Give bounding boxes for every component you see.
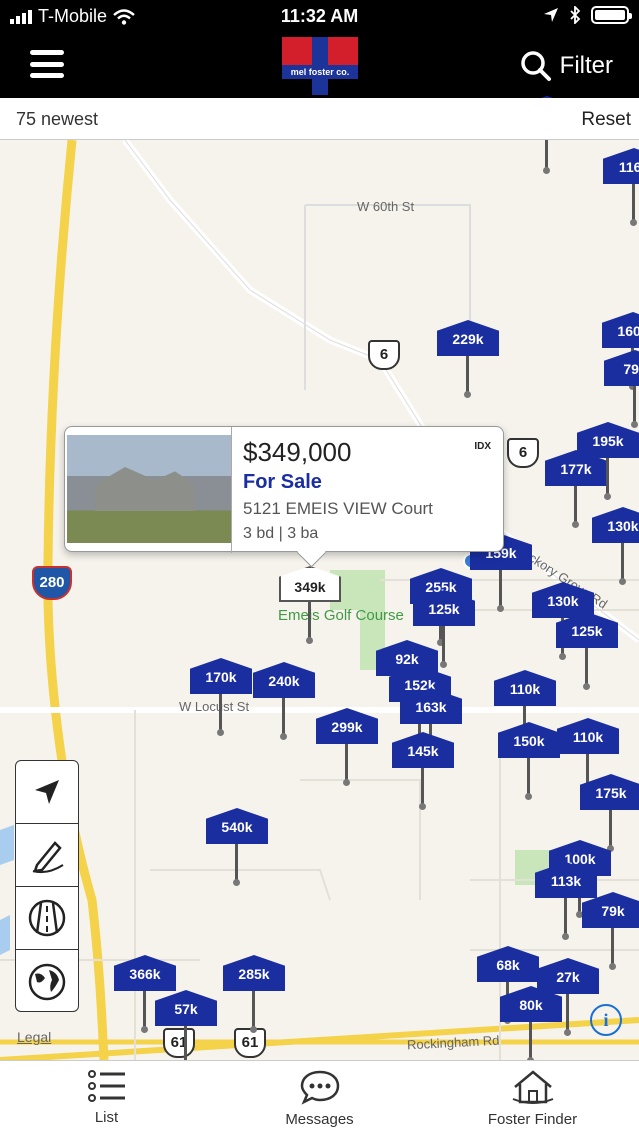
status-bar: T-Mobile 11:32 AM bbox=[0, 0, 639, 34]
price-pin[interactable]: 229k bbox=[437, 320, 499, 404]
logo-text: mel foster co. bbox=[282, 65, 358, 79]
tab-label: Messages bbox=[285, 1111, 354, 1128]
price-pin[interactable]: 299k bbox=[316, 708, 378, 792]
tab-label: Foster Finder bbox=[487, 1111, 578, 1128]
map-tools bbox=[15, 760, 79, 1012]
tab-foster-finder[interactable]: Foster Finder bbox=[426, 1061, 639, 1136]
map-view[interactable]: W 60th St W Locust St Hickory Grove Rd R… bbox=[0, 140, 639, 1060]
price-pin[interactable]: 79k bbox=[604, 350, 639, 434]
globe-icon bbox=[28, 963, 66, 1000]
listing-photo[interactable] bbox=[67, 435, 231, 543]
results-count: 75 newest bbox=[16, 109, 99, 129]
tab-list[interactable]: List bbox=[0, 1061, 213, 1136]
listing-details: 3 bd | 3 ba bbox=[243, 525, 319, 542]
price-pin[interactable]: 130k bbox=[592, 507, 639, 591]
interstate-shield: 280 bbox=[32, 566, 72, 600]
location-services-icon bbox=[544, 8, 558, 22]
draw-button[interactable] bbox=[16, 824, 78, 887]
price-pin[interactable]: 116k bbox=[603, 148, 639, 232]
tab-bar: List Messages Foster Finder bbox=[0, 1060, 639, 1136]
listing-card[interactable]: $349,000 For Sale 5121 EMEIS VIEW Court … bbox=[64, 426, 504, 553]
brand-logo: mel foster co. bbox=[282, 37, 358, 95]
bluetooth-icon bbox=[570, 6, 581, 24]
price-pin[interactable]: 80k bbox=[500, 986, 562, 1060]
listing-address: 5121 EMEIS VIEW Court bbox=[243, 499, 433, 518]
price-pin[interactable]: 240k bbox=[253, 662, 315, 746]
listing-price: $349,000 bbox=[243, 437, 352, 467]
road-button[interactable] bbox=[16, 887, 78, 950]
results-bar: 75 newest Reset bbox=[0, 98, 639, 140]
listing-status: For Sale bbox=[243, 471, 322, 493]
idx-badge: IDX bbox=[474, 441, 491, 452]
tab-label: List bbox=[94, 1109, 119, 1126]
app-root: T-Mobile 11:32 AM mel foster co. Filter … bbox=[0, 0, 639, 1136]
reset-button[interactable]: Reset bbox=[581, 109, 631, 131]
price-pin[interactable]: 170k bbox=[190, 658, 252, 742]
globe-button[interactable] bbox=[16, 950, 78, 1013]
highway-shield: 6 bbox=[507, 438, 539, 468]
price-pin[interactable]: 150k bbox=[498, 722, 560, 806]
price-pin[interactable]: 57k bbox=[155, 990, 217, 1060]
legal-link[interactable]: Legal bbox=[17, 1029, 51, 1045]
menu-icon[interactable] bbox=[30, 48, 64, 80]
price-pin[interactable]: 285k bbox=[223, 955, 285, 1039]
battery-icon bbox=[591, 6, 632, 24]
filter-button[interactable]: Filter bbox=[520, 50, 613, 82]
list-icon bbox=[87, 1070, 125, 1102]
price-pin[interactable]: 145k bbox=[392, 732, 454, 816]
chat-bubble-icon bbox=[300, 1070, 339, 1105]
filter-label: Filter bbox=[559, 52, 613, 79]
selected-price-pin[interactable]: 349k bbox=[279, 566, 341, 650]
draw-pencil-icon bbox=[32, 841, 64, 874]
price-pin[interactable]: 540k bbox=[206, 808, 268, 892]
road-icon bbox=[28, 899, 66, 937]
info-button[interactable]: i bbox=[590, 1004, 622, 1036]
house-icon bbox=[512, 1070, 553, 1104]
street-label: W 60th St bbox=[357, 199, 415, 214]
highway-shield: 6 bbox=[368, 340, 400, 370]
status-right bbox=[543, 6, 632, 24]
location-arrow-button[interactable] bbox=[16, 761, 78, 824]
search-icon bbox=[520, 51, 551, 81]
price-pin[interactable]: 195k bbox=[577, 422, 639, 506]
price-pin[interactable]: 125k bbox=[556, 612, 618, 696]
location-arrow-icon bbox=[35, 780, 59, 804]
app-header: mel foster co. Filter bbox=[0, 34, 639, 98]
tab-messages[interactable]: Messages bbox=[213, 1061, 426, 1136]
